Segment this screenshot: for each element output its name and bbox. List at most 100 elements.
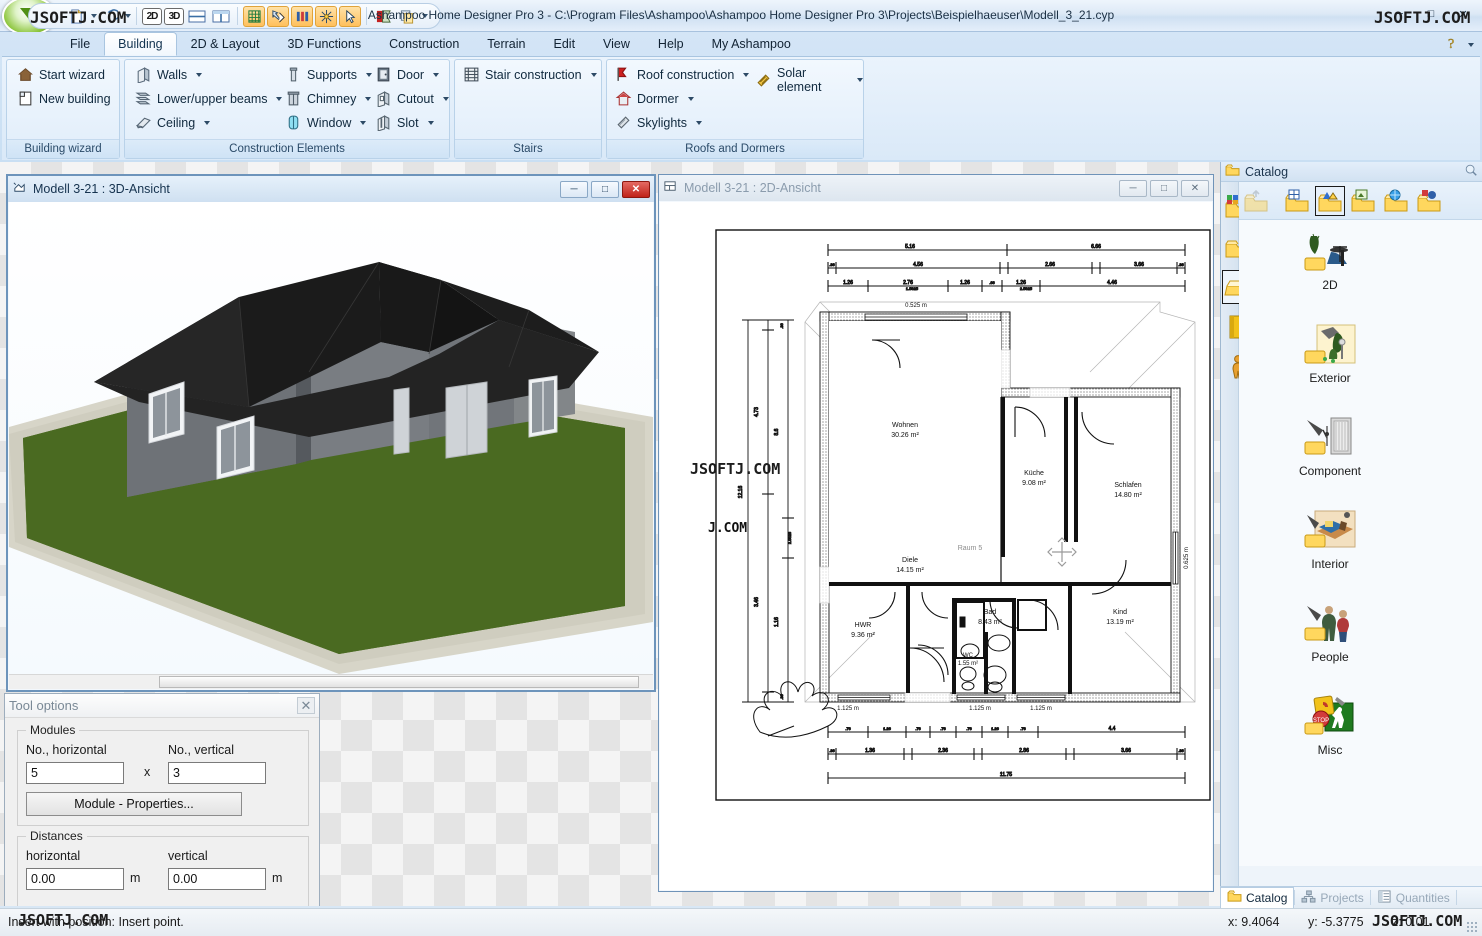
solar-icon <box>755 72 772 89</box>
catalog-item-interior[interactable]: Interior <box>1275 509 1385 571</box>
ribbon-button-label: New building <box>39 91 111 106</box>
watermark-plan: J.COM <box>708 521 747 536</box>
ribbon-button-walls[interactable]: Walls <box>135 66 203 84</box>
distances-vertical-unit: m <box>272 871 283 885</box>
ribbon-button-window[interactable]: Window <box>285 114 367 131</box>
ribbon-tab-my-ashampoo[interactable]: My Ashampoo <box>698 32 805 56</box>
ribbon-dropdown-arrow-icon[interactable] <box>857 78 863 82</box>
modules-horizontal-input[interactable] <box>26 762 124 784</box>
ribbon-button-stair-construction[interactable]: Stair construction <box>463 66 597 83</box>
workspace: Modell 3-21 : 3D-Ansicht ─ □ ✕ Tool opti… <box>0 162 1220 906</box>
ribbon-tab-building[interactable]: Building <box>104 32 177 56</box>
ribbon-button-door[interactable]: Door <box>375 66 440 83</box>
ribbon-tab-file[interactable]: File <box>56 32 104 56</box>
ribbon-tab-terrain[interactable]: Terrain <box>473 32 539 56</box>
view-3d-window[interactable]: Modell 3-21 : 3D-Ansicht ─ □ ✕ <box>6 174 656 692</box>
catalog-item-exterior[interactable]: Exterior <box>1275 323 1385 385</box>
ribbon-button-chimney[interactable]: Chimney <box>285 90 372 107</box>
ribbon-dropdown-arrow-icon[interactable] <box>276 96 283 101</box>
ribbon-help-dropdown-icon[interactable] <box>1468 42 1474 47</box>
ribbon-button-cutout[interactable]: Cutout <box>375 90 449 108</box>
ribbon-tab-3d-functions[interactable]: 3D Functions <box>273 32 375 56</box>
catalog-tab-back[interactable] <box>1241 186 1271 216</box>
distances-vertical-label: vertical <box>168 849 208 863</box>
catalog-item-2d[interactable]: 2D <box>1275 230 1385 292</box>
ribbon-dropdown-arrow-icon[interactable] <box>687 96 694 101</box>
3d-scrollbar-thumb[interactable] <box>159 676 639 688</box>
ribbon-button-start-wizard[interactable]: Start wizard <box>17 66 105 83</box>
close-button[interactable]: ✕ <box>1448 4 1478 24</box>
ribbon-dropdown-arrow-icon[interactable] <box>442 96 449 101</box>
view-2d-window[interactable]: Modell 3-21 : 2D-Ansicht ─ □ ✕ 5.16 6.66… <box>658 174 1214 892</box>
ribbon-dropdown-arrow-icon[interactable] <box>365 96 372 101</box>
module-properties-button[interactable]: Module - Properties... <box>26 792 242 816</box>
ribbon-button-skylights[interactable]: Skylights <box>615 114 703 131</box>
ribbon-dropdown-arrow-icon[interactable] <box>427 120 434 125</box>
view-2d-maximize-button[interactable]: □ <box>1150 179 1178 197</box>
tool-options-close-button[interactable]: ✕ <box>297 697 315 714</box>
resize-grip[interactable] <box>1466 921 1479 934</box>
3d-scene[interactable] <box>9 202 653 674</box>
room-label-kueche-name: Küche <box>1024 470 1044 477</box>
ribbon-dropdown-arrow-icon[interactable] <box>360 120 367 125</box>
ribbon-dropdown-arrow-icon[interactable] <box>590 72 597 77</box>
beam-icon <box>135 90 152 107</box>
catalog-tab-objects[interactable] <box>1315 186 1345 216</box>
dock-tab-projects[interactable]: Projects <box>1295 888 1369 908</box>
view-3d-maximize-button[interactable]: □ <box>591 180 619 198</box>
ribbon-dropdown-arrow-icon[interactable] <box>433 72 440 77</box>
magnifier-icon[interactable] <box>1464 163 1478 180</box>
ribbon-button-label: Stair construction <box>485 67 582 82</box>
ribbon-button-dormer[interactable]: Dormer <box>615 90 694 107</box>
room-label-kind-area: 13.19 m² <box>1106 619 1134 626</box>
distances-legend: Distances <box>26 829 87 843</box>
catalog-tab-misc[interactable] <box>1414 186 1444 216</box>
dock-tab-label: Projects <box>1320 890 1364 905</box>
ribbon-tab-edit[interactable]: Edit <box>540 32 590 56</box>
3d-horizontal-scrollbar[interactable] <box>9 674 653 689</box>
ribbon-button-lower-upper-beams[interactable]: Lower/upper beams <box>135 90 283 107</box>
2d-drawing-sheet[interactable]: 5.16 6.66 .36 4.56 2.66 3.66 .36 1.26 2.… <box>660 202 1212 890</box>
minimize-button[interactable]: ─ <box>1384 4 1414 24</box>
ribbon-tab-2d-layout[interactable]: 2D & Layout <box>177 32 274 56</box>
catalog-item-component[interactable]: Component <box>1275 416 1385 478</box>
ribbon-tab-help[interactable]: Help <box>644 32 698 56</box>
distances-vertical-input[interactable] <box>168 868 266 890</box>
catalog-tab-building[interactable] <box>1282 186 1312 216</box>
ribbon-button-supports[interactable]: Supports <box>285 66 373 83</box>
ribbon-button-slot[interactable]: Slot <box>375 114 434 132</box>
ribbon-button-new-building[interactable]: New building <box>17 90 111 107</box>
view-2d-close-button[interactable]: ✕ <box>1181 179 1209 197</box>
status-bar: Insert with position: Insert point. x: 9… <box>0 908 1482 936</box>
3d-view-icon <box>12 180 27 198</box>
catalog-item-misc[interactable]: STOP Misc <box>1275 695 1385 757</box>
ribbon-dropdown-arrow-icon[interactable] <box>743 72 750 77</box>
ribbon-tab-construction[interactable]: Construction <box>375 32 473 56</box>
support-icon <box>285 66 302 83</box>
ribbon-dropdown-arrow-icon[interactable] <box>196 72 203 77</box>
ribbon-dropdown-arrow-icon[interactable] <box>366 72 373 77</box>
catalog-tab-textures[interactable] <box>1348 186 1378 216</box>
dock-tab-quantities[interactable]: Quantities <box>1371 888 1456 908</box>
maximize-button[interactable]: □ <box>1416 4 1446 24</box>
modules-vertical-input[interactable] <box>168 762 266 784</box>
dock-tab-catalog[interactable]: Catalog <box>1220 887 1295 908</box>
catalog-tab-materials[interactable] <box>1381 186 1411 216</box>
view-2d-minimize-button[interactable]: ─ <box>1119 179 1147 197</box>
question-mark-icon[interactable]: ? <box>1444 35 1460 54</box>
ribbon-button-roof-construction[interactable]: Roof construction <box>615 66 750 83</box>
view-3d-minimize-button[interactable]: ─ <box>560 180 588 198</box>
view-3d-window-buttons: ─ □ ✕ <box>560 180 650 198</box>
ribbon-dropdown-arrow-icon[interactable] <box>204 120 211 125</box>
ribbon-button-solar-element[interactable]: Solar element <box>755 66 863 94</box>
distances-horizontal-input[interactable] <box>26 868 124 890</box>
tool-options-titlebar: Tool options ✕ <box>5 694 319 718</box>
view-3d-close-button[interactable]: ✕ <box>622 180 650 198</box>
room-label-bad-name: Bad <box>984 609 997 616</box>
catalog-items-list[interactable]: 2D Exterior Component Interior People STOP Mis… <box>1239 220 1482 866</box>
catalog-item-people[interactable]: People <box>1275 602 1385 664</box>
ribbon-button-ceiling[interactable]: Ceiling <box>135 114 211 131</box>
ribbon-tab-view[interactable]: View <box>589 32 644 56</box>
dormer-icon <box>615 90 632 107</box>
ribbon-dropdown-arrow-icon[interactable] <box>696 120 703 125</box>
